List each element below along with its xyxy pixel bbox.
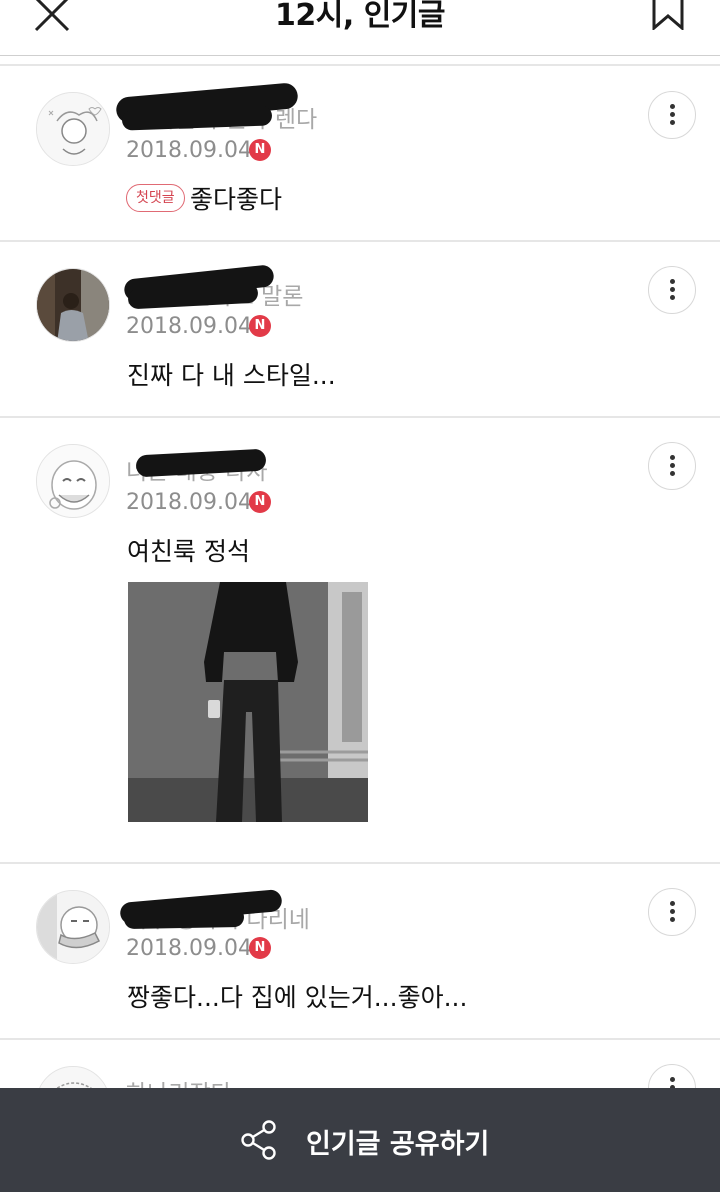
duck-avatar-icon [37, 891, 109, 963]
more-options-button[interactable] [648, 91, 696, 139]
divider [0, 416, 720, 418]
share-button-label: 인기글 공유하기 [306, 1129, 490, 1160]
bookmark-icon[interactable] [650, 0, 686, 30]
comment-text: 진짜 다 내 스타일... [127, 361, 336, 390]
doodle-avatar-icon [37, 93, 109, 165]
more-dots-icon [670, 917, 675, 922]
new-badge: N [249, 937, 271, 959]
attached-photo[interactable] [128, 582, 368, 822]
more-options-button[interactable] [648, 266, 696, 314]
more-dots-icon [670, 287, 675, 292]
comment-date: 2018.09.04 [126, 490, 252, 515]
more-options-button[interactable] [648, 442, 696, 490]
more-dots-icon [670, 295, 675, 300]
share-popular-post-button[interactable]: 인기글 공유하기 [0, 1088, 720, 1192]
more-options-button[interactable] [648, 888, 696, 936]
more-dots-icon [670, 455, 675, 460]
divider [0, 862, 720, 864]
share-icon [241, 1120, 276, 1160]
avatar[interactable] [36, 92, 110, 166]
divider [0, 240, 720, 242]
duck-avatar-icon [37, 445, 109, 517]
new-badge: N [249, 315, 271, 337]
comment-date: 2018.09.04 [126, 138, 252, 163]
more-dots-icon [670, 104, 675, 109]
redaction-mark [123, 906, 245, 930]
photo-avatar-icon [37, 269, 109, 341]
top-header: 12시, 인기글 [0, 0, 720, 56]
first-comment-badge: 첫댓글 [126, 184, 185, 212]
avatar[interactable] [36, 268, 110, 342]
comment-text: 좋다좋다 [190, 185, 283, 214]
more-dots-icon [670, 471, 675, 476]
more-dots-icon [670, 120, 675, 125]
more-dots-icon [670, 901, 675, 906]
divider [0, 1038, 720, 1040]
comment-text: 짱좋다...다 집에 있는거...좋아... [127, 983, 468, 1012]
more-dots-icon [670, 279, 675, 284]
more-dots-icon [670, 463, 675, 468]
new-badge: N [249, 139, 271, 161]
more-dots-icon [670, 112, 675, 117]
page-title: 12시, 인기글 [275, 0, 446, 33]
comment-text: 여친룩 정석 [127, 537, 250, 566]
avatar[interactable] [36, 444, 110, 518]
comment-date: 2018.09.04 [126, 314, 252, 339]
fashion-photo-image [128, 582, 368, 822]
avatar[interactable] [36, 890, 110, 964]
comment-date: 2018.09.04 [126, 936, 252, 961]
divider [0, 64, 720, 66]
more-dots-icon [670, 909, 675, 914]
new-badge: N [249, 491, 271, 513]
more-dots-icon [670, 1077, 675, 1082]
